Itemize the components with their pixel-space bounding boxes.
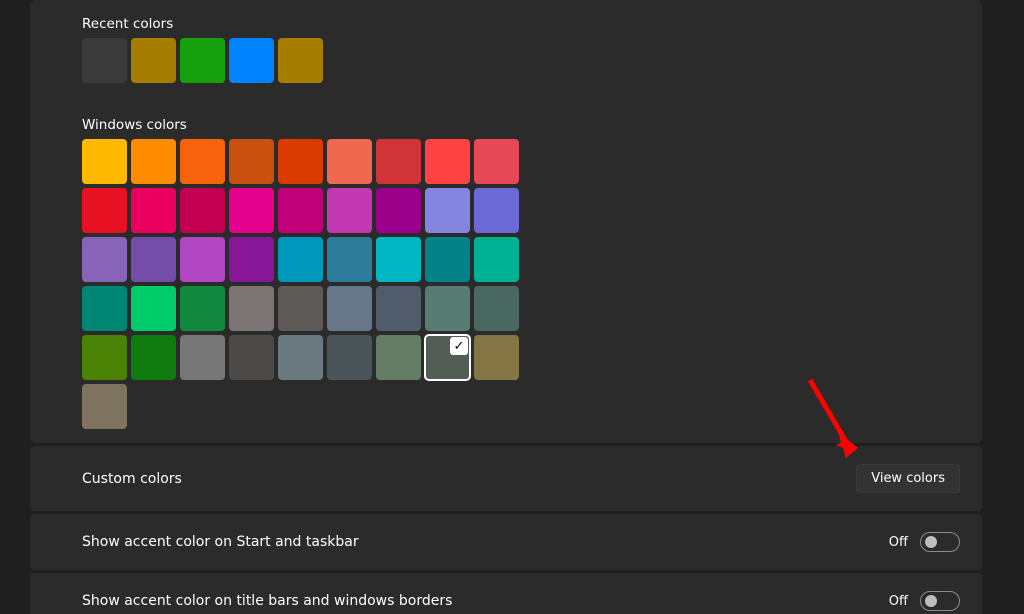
windows-color-swatch[interactable] <box>131 286 176 331</box>
colors-panel: Recent colors Windows colors ✓ <box>30 0 982 443</box>
windows-color-swatch[interactable] <box>327 237 372 282</box>
recent-colors-row <box>82 38 982 83</box>
windows-color-swatch[interactable] <box>376 237 421 282</box>
windows-color-swatch[interactable] <box>474 335 519 380</box>
windows-color-swatch[interactable] <box>229 286 274 331</box>
recent-color-swatch[interactable] <box>229 38 274 83</box>
windows-color-swatch[interactable] <box>425 188 470 233</box>
windows-color-swatch[interactable] <box>327 335 372 380</box>
accent-titlebar-state: Off <box>889 594 908 609</box>
accent-titlebar-row: Show accent color on title bars and wind… <box>30 573 982 614</box>
toggle-knob <box>925 595 937 607</box>
windows-color-swatch[interactable] <box>131 188 176 233</box>
windows-color-swatch[interactable] <box>82 286 127 331</box>
windows-color-swatch[interactable] <box>131 139 176 184</box>
windows-colors-label: Windows colors <box>82 117 982 133</box>
windows-color-swatch[interactable] <box>474 139 519 184</box>
view-colors-button[interactable]: View colors <box>856 464 960 493</box>
windows-color-swatch[interactable] <box>278 237 323 282</box>
windows-color-swatch[interactable] <box>425 237 470 282</box>
recent-color-swatch[interactable] <box>82 38 127 83</box>
windows-color-swatch[interactable] <box>474 237 519 282</box>
windows-color-swatch[interactable] <box>278 139 323 184</box>
windows-color-swatch[interactable] <box>474 286 519 331</box>
windows-color-swatch[interactable] <box>82 139 127 184</box>
windows-color-swatch[interactable] <box>376 188 421 233</box>
windows-color-swatch[interactable] <box>82 237 127 282</box>
windows-color-swatch[interactable] <box>180 188 225 233</box>
windows-color-swatch[interactable] <box>180 139 225 184</box>
windows-color-swatch[interactable] <box>82 384 127 429</box>
windows-color-swatch[interactable] <box>229 237 274 282</box>
windows-color-swatch[interactable] <box>131 335 176 380</box>
windows-color-swatch[interactable] <box>278 188 323 233</box>
recent-color-swatch[interactable] <box>131 38 176 83</box>
accent-start-toggle[interactable] <box>920 532 960 552</box>
windows-color-swatch[interactable] <box>376 286 421 331</box>
windows-color-swatch[interactable] <box>327 188 372 233</box>
windows-color-swatch[interactable] <box>180 335 225 380</box>
accent-titlebar-toggle[interactable] <box>920 591 960 611</box>
custom-colors-label: Custom colors <box>82 471 182 487</box>
windows-color-swatch[interactable] <box>425 139 470 184</box>
windows-color-swatch[interactable] <box>180 237 225 282</box>
windows-color-swatch[interactable] <box>376 335 421 380</box>
windows-color-swatch[interactable] <box>229 335 274 380</box>
accent-titlebar-label: Show accent color on title bars and wind… <box>82 593 452 609</box>
accent-start-row: Show accent color on Start and taskbar O… <box>30 514 982 570</box>
windows-color-swatch[interactable] <box>278 335 323 380</box>
windows-color-swatch[interactable] <box>229 139 274 184</box>
windows-color-swatch[interactable] <box>327 139 372 184</box>
windows-color-swatch[interactable] <box>229 188 274 233</box>
windows-colors-grid: ✓ <box>82 139 526 429</box>
windows-color-swatch[interactable] <box>82 335 127 380</box>
windows-color-swatch[interactable] <box>376 139 421 184</box>
accent-start-label: Show accent color on Start and taskbar <box>82 534 359 550</box>
recent-colors-label: Recent colors <box>82 16 982 32</box>
windows-color-swatch[interactable] <box>82 188 127 233</box>
recent-color-swatch[interactable] <box>278 38 323 83</box>
windows-color-swatch[interactable] <box>327 286 372 331</box>
accent-start-state: Off <box>889 535 908 550</box>
windows-color-swatch[interactable] <box>425 286 470 331</box>
windows-color-swatch[interactable] <box>131 237 176 282</box>
windows-color-swatch[interactable] <box>180 286 225 331</box>
recent-color-swatch[interactable] <box>180 38 225 83</box>
custom-colors-row: Custom colors View colors <box>30 446 982 511</box>
toggle-knob <box>925 536 937 548</box>
windows-color-swatch[interactable] <box>278 286 323 331</box>
checkmark-icon: ✓ <box>450 337 468 355</box>
windows-color-swatch[interactable]: ✓ <box>425 335 470 380</box>
windows-color-swatch[interactable] <box>474 188 519 233</box>
